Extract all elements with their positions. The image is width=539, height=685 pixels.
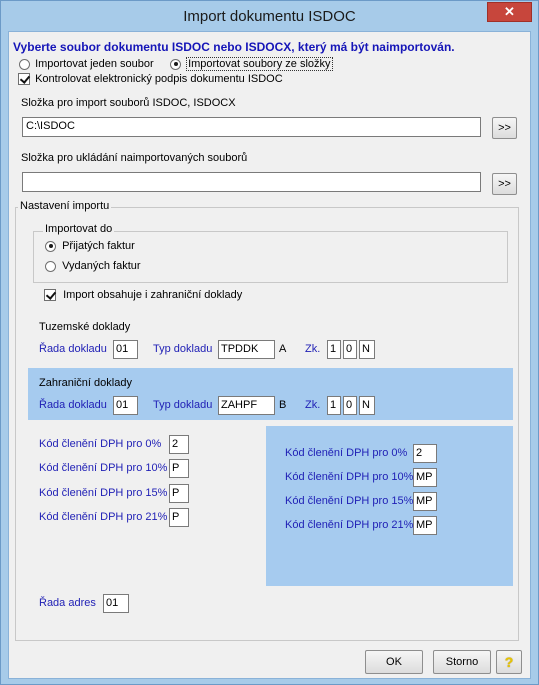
radio-received-label: Přijatých faktur — [62, 240, 135, 252]
address-series-label: Řada adres — [39, 597, 96, 609]
signature-check-label: Kontrolovat elektronický podpis dokument… — [35, 73, 283, 85]
foreign-docs-check[interactable]: Import obsahuje i zahraniční doklady — [44, 289, 243, 302]
domestic-zk-label: Zk. — [305, 343, 321, 355]
radio-folder-label: Importovat soubory ze složky — [186, 57, 333, 71]
domestic-type-suffix: A — [279, 343, 287, 355]
signature-checkbox[interactable] — [18, 73, 30, 86]
foreign-docs-checkbox[interactable] — [44, 289, 56, 302]
domestic-docs-title: Tuzemské doklady — [39, 321, 131, 333]
vat-foreign-0-label: Kód členění DPH pro 0% — [285, 447, 408, 459]
radio-issued-indicator[interactable] — [45, 260, 56, 272]
window-title: Import dokumentu ISDOC — [183, 8, 356, 25]
help-icon: ? — [504, 654, 514, 670]
vat-domestic-0-label: Kód členění DPH pro 0% — [39, 438, 162, 450]
domestic-type-label: Typ dokladu — [153, 343, 213, 355]
vat-foreign-21-input[interactable]: MP — [413, 516, 437, 535]
radio-folder-indicator[interactable] — [170, 58, 181, 70]
radio-folder[interactable]: Importovat soubory ze složky — [170, 57, 333, 71]
radio-issued-label: Vydaných faktur — [62, 260, 141, 272]
vat-domestic-21-input[interactable]: P — [169, 508, 189, 527]
domestic-series-label: Řada dokladu — [39, 343, 107, 355]
vat-foreign-15-input[interactable]: MP — [413, 492, 437, 511]
foreign-series-label: Řada dokladu — [39, 399, 107, 411]
vat-foreign-15-label: Kód členění DPH pro 15% — [285, 495, 414, 507]
domestic-zk2-input[interactable]: 0 — [343, 340, 357, 359]
radio-single-label: Importovat jeden soubor — [35, 58, 154, 70]
signature-check[interactable]: Kontrolovat elektronický podpis dokument… — [18, 73, 283, 86]
radio-single-indicator[interactable] — [19, 58, 30, 70]
settings-group-label: Nastavení importu — [18, 200, 112, 212]
save-folder-label: Složka pro ukládání naimportovaných soub… — [21, 152, 248, 164]
foreign-docs-title: Zahraniční doklady — [39, 377, 132, 389]
radio-received-invoices[interactable]: Přijatých faktur — [45, 240, 135, 252]
foreign-series-input[interactable]: 01 — [113, 396, 138, 415]
foreign-type-label: Typ dokladu — [153, 399, 213, 411]
import-to-group-label: Importovat do — [43, 223, 115, 235]
foreign-zk3-input[interactable]: N — [359, 396, 375, 415]
title-bar[interactable]: Import dokumentu ISDOC ✕ — [1, 1, 538, 31]
help-button[interactable]: ? — [496, 650, 522, 674]
vat-domestic-10-input[interactable]: P — [169, 459, 189, 478]
foreign-type-suffix: B — [279, 399, 287, 411]
cancel-button[interactable]: Storno — [433, 650, 491, 674]
vat-foreign-10-label: Kód členění DPH pro 10% — [285, 471, 414, 483]
vat-domestic-15-input[interactable]: P — [169, 484, 189, 503]
instruction-text: Vyberte soubor dokumentu ISDOC nebo ISDO… — [13, 40, 455, 54]
foreign-type-input[interactable]: ZAHPF — [218, 396, 275, 415]
foreign-zk2-input[interactable]: 0 — [343, 396, 357, 415]
import-dialog-window: Import dokumentu ISDOC ✕ Vyberte soubor … — [0, 0, 539, 685]
close-icon: ✕ — [504, 4, 515, 19]
domestic-zk1-input[interactable]: 1 — [327, 340, 341, 359]
import-folder-input[interactable]: C:\ISDOC — [22, 117, 481, 137]
domestic-series-input[interactable]: 01 — [113, 340, 138, 359]
import-folder-browse-button[interactable]: >> — [492, 117, 517, 139]
radio-issued-invoices[interactable]: Vydaných faktur — [45, 260, 141, 272]
radio-single-file[interactable]: Importovat jeden soubor — [19, 58, 154, 70]
vat-domestic-10-label: Kód členění DPH pro 10% — [39, 462, 168, 474]
close-button[interactable]: ✕ — [487, 2, 532, 22]
ok-button[interactable]: OK — [365, 650, 423, 674]
vat-domestic-0-input[interactable]: 2 — [169, 435, 189, 454]
foreign-zk1-input[interactable]: 1 — [327, 396, 341, 415]
domestic-type-input[interactable]: TPDDK — [218, 340, 275, 359]
vat-domestic-21-label: Kód členění DPH pro 21% — [39, 511, 168, 523]
address-series-input[interactable]: 01 — [103, 594, 129, 613]
vat-foreign-0-input[interactable]: 2 — [413, 444, 437, 463]
save-folder-input[interactable] — [22, 172, 481, 192]
import-folder-label: Složka pro import souborů ISDOC, ISDOCX — [21, 97, 236, 109]
vat-foreign-10-input[interactable]: MP — [413, 468, 437, 487]
save-folder-browse-button[interactable]: >> — [492, 173, 517, 195]
foreign-docs-label: Import obsahuje i zahraniční doklady — [63, 289, 243, 301]
vat-domestic-15-label: Kód členění DPH pro 15% — [39, 487, 168, 499]
import-to-group — [33, 231, 508, 283]
foreign-zk-label: Zk. — [305, 399, 321, 411]
vat-foreign-21-label: Kód členění DPH pro 21% — [285, 519, 414, 531]
domestic-zk3-input[interactable]: N — [359, 340, 375, 359]
radio-received-indicator[interactable] — [45, 240, 56, 252]
dialog-client-area: Vyberte soubor dokumentu ISDOC nebo ISDO… — [8, 31, 531, 679]
